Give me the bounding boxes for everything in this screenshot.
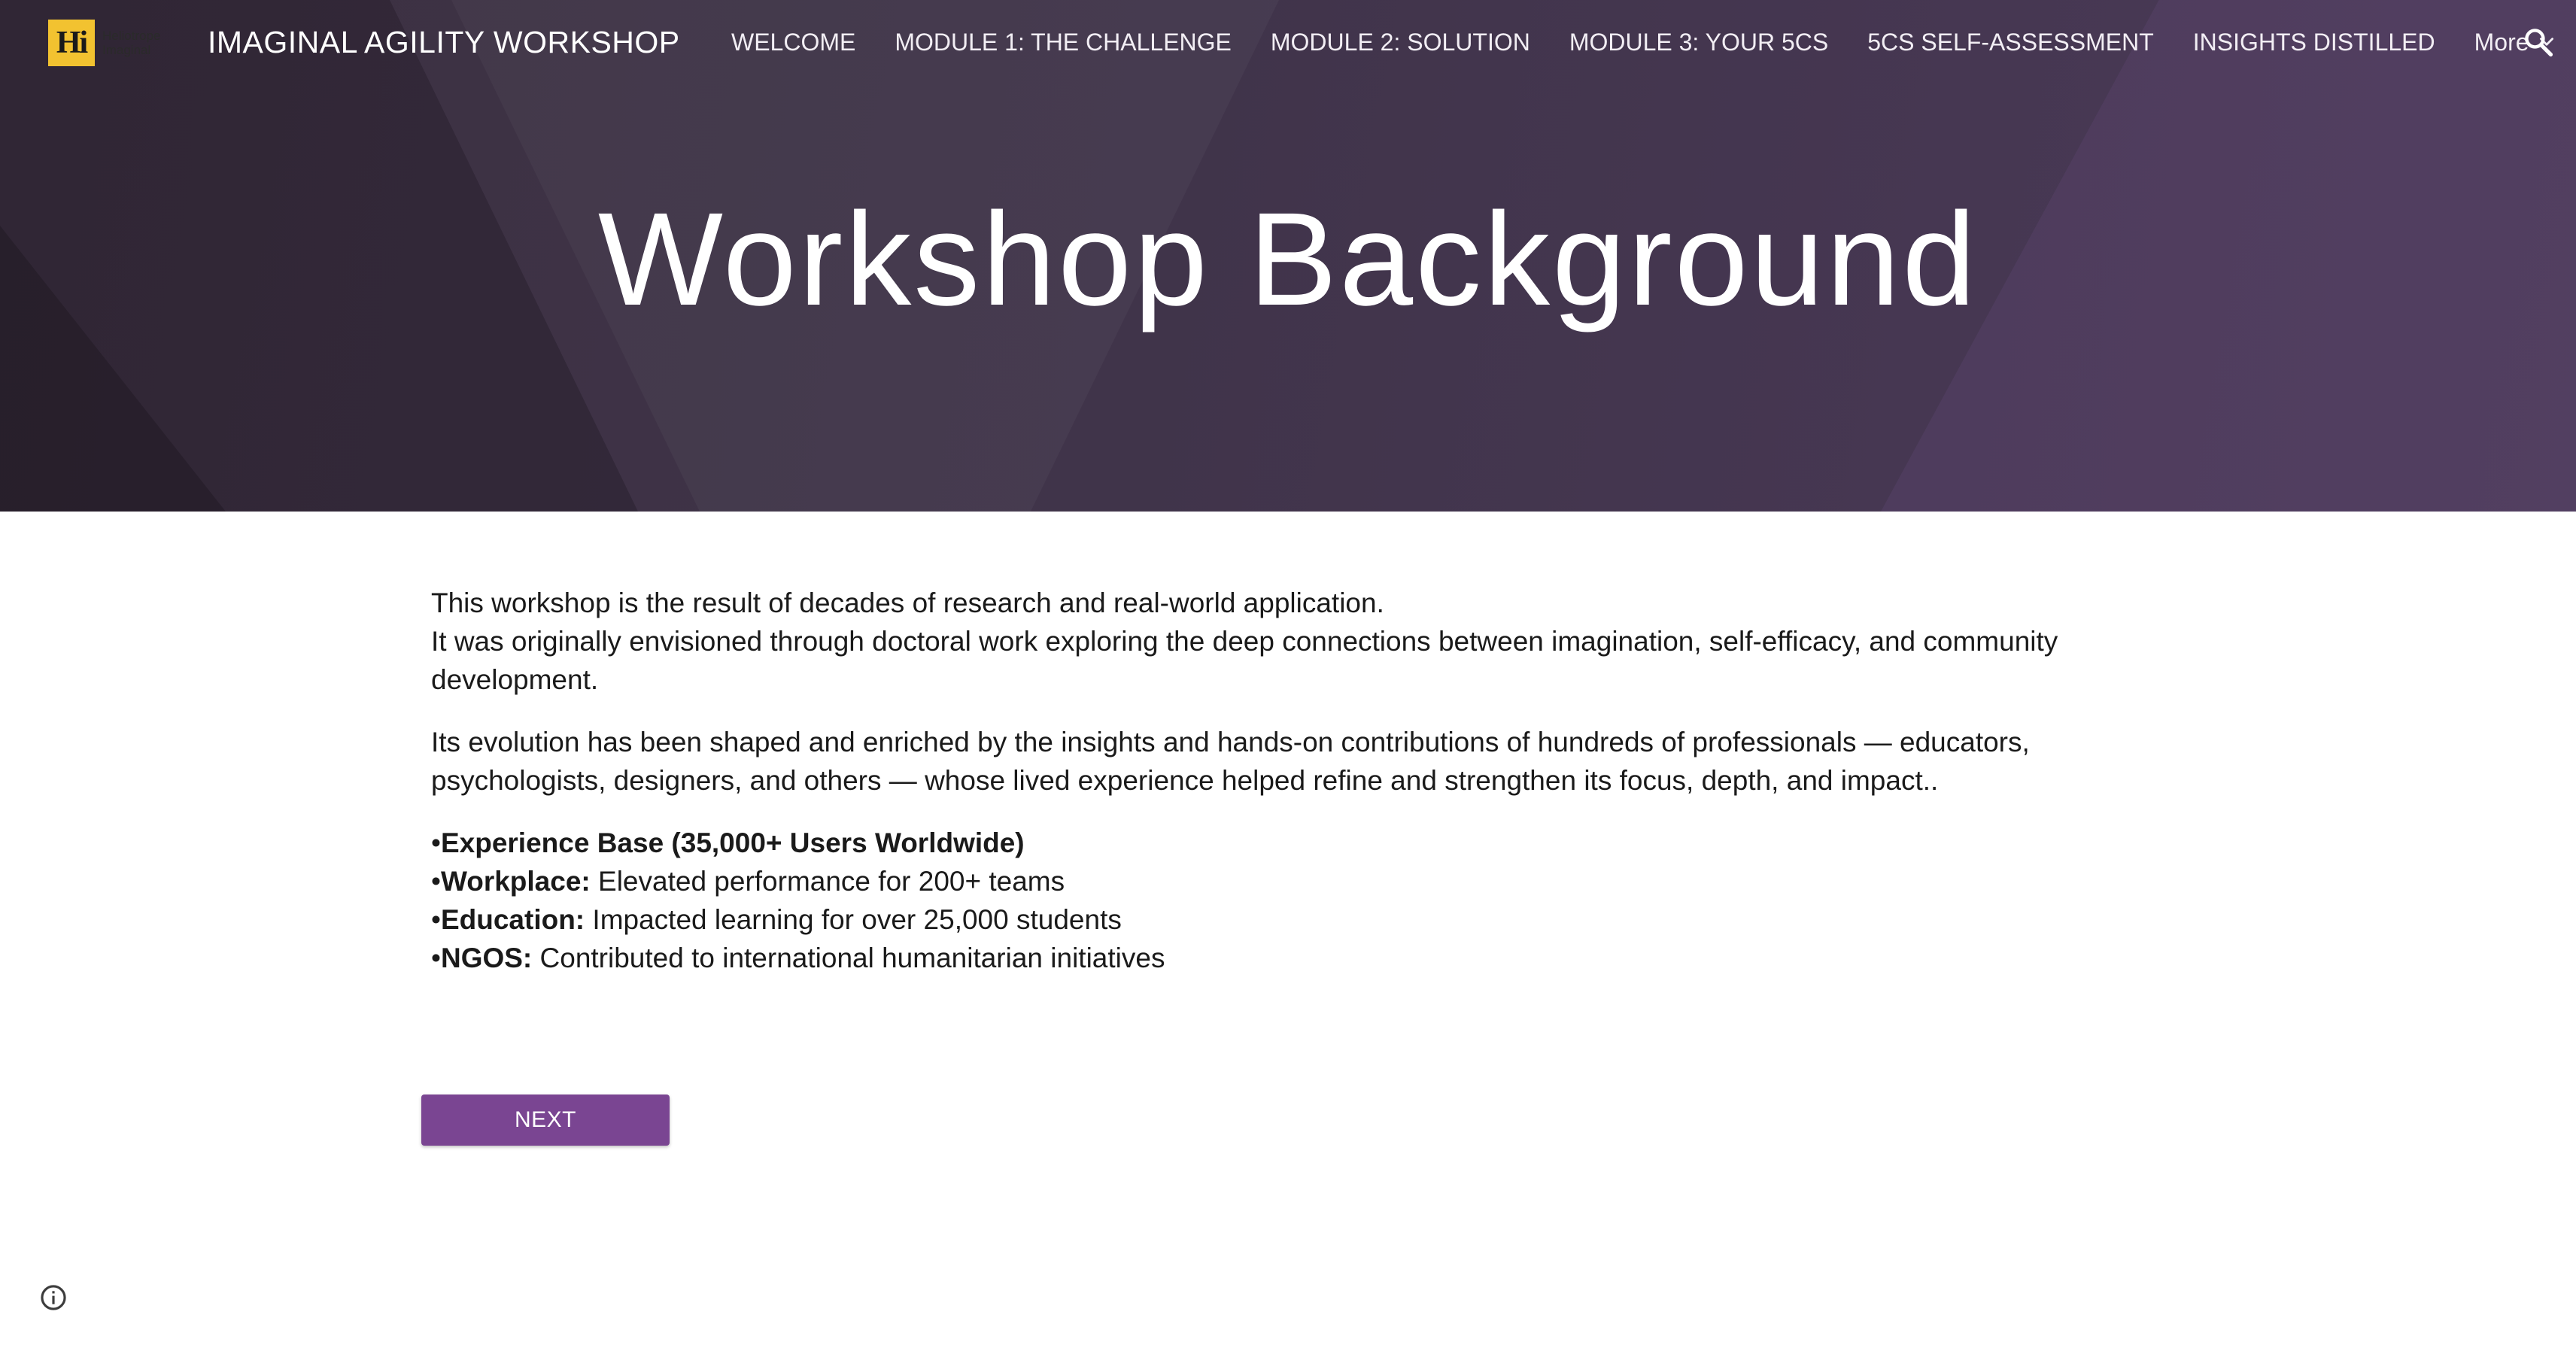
nav-item-welcome[interactable]: WELCOME	[731, 26, 855, 59]
logo-line-1: Heliotrope	[102, 29, 161, 43]
bullet-marker: •	[431, 943, 441, 973]
main-nav: WELCOME MODULE 1: THE CHALLENGE MODULE 2…	[731, 26, 2556, 59]
bullet-label: NGOS:	[440, 943, 533, 973]
site-title[interactable]: IMAGINAL AGILITY WORKSHOP	[208, 23, 680, 62]
list-item: •Education: Impacted learning for over 2…	[431, 900, 2161, 939]
intro-line-2: It was originally envisioned through doc…	[431, 626, 2058, 695]
bullet-label: Education:	[440, 904, 585, 935]
nav-item-module-1[interactable]: MODULE 1: THE CHALLENGE	[895, 26, 1232, 59]
site-logo[interactable]: Hi Heliotrope Imaginal	[48, 20, 161, 66]
nav-item-module-3[interactable]: MODULE 3: YOUR 5CS	[1569, 26, 1828, 59]
impact-list: •Experience Base (35,000+ Users Worldwid…	[431, 824, 2161, 977]
list-item: •NGOS: Contributed to international huma…	[431, 939, 2161, 977]
page-title: Workshop Background	[597, 186, 1979, 333]
bullet-label: Experience Base (35,000+ Users Worldwide…	[440, 827, 1025, 858]
bullet-marker: •	[431, 827, 441, 858]
bullet-text: Contributed to international humanitaria…	[532, 943, 1165, 973]
nav-item-insights-distilled[interactable]: INSIGHTS DISTILLED	[2193, 26, 2435, 59]
logo-mark: Hi	[48, 20, 95, 66]
nav-item-module-2[interactable]: MODULE 2: SOLUTION	[1271, 26, 1530, 59]
bullet-marker: •	[431, 866, 441, 897]
top-navigation-bar: Hi Heliotrope Imaginal IMAGINAL AGILITY …	[0, 0, 2576, 84]
nav-item-self-assessment[interactable]: 5CS SELF-ASSESSMENT	[1867, 26, 2154, 59]
bullet-marker: •	[431, 904, 441, 935]
bullet-text: Impacted learning for over 25,000 studen…	[585, 904, 1122, 935]
evolution-paragraph: Its evolution has been shaped and enrich…	[431, 727, 2030, 796]
list-item: •Experience Base (35,000+ Users Worldwid…	[431, 824, 2161, 862]
logo-wordmark: Heliotrope Imaginal	[102, 29, 161, 57]
logo-line-2: Imaginal	[102, 43, 151, 57]
main-content: This workshop is the result of decades o…	[431, 584, 2161, 977]
bullet-text: Elevated performance for 200+ teams	[590, 866, 1065, 897]
intro-paragraph: This workshop is the result of decades o…	[431, 584, 2161, 699]
next-button[interactable]: NEXT	[421, 1094, 670, 1146]
search-icon[interactable]	[2522, 26, 2555, 59]
info-icon[interactable]	[39, 1283, 68, 1312]
list-item: •Workplace: Elevated performance for 200…	[431, 862, 2161, 900]
nav-more-label: More	[2474, 29, 2529, 56]
bullet-label: Workplace:	[440, 866, 591, 897]
intro-line-1: This workshop is the result of decades o…	[431, 587, 1384, 618]
